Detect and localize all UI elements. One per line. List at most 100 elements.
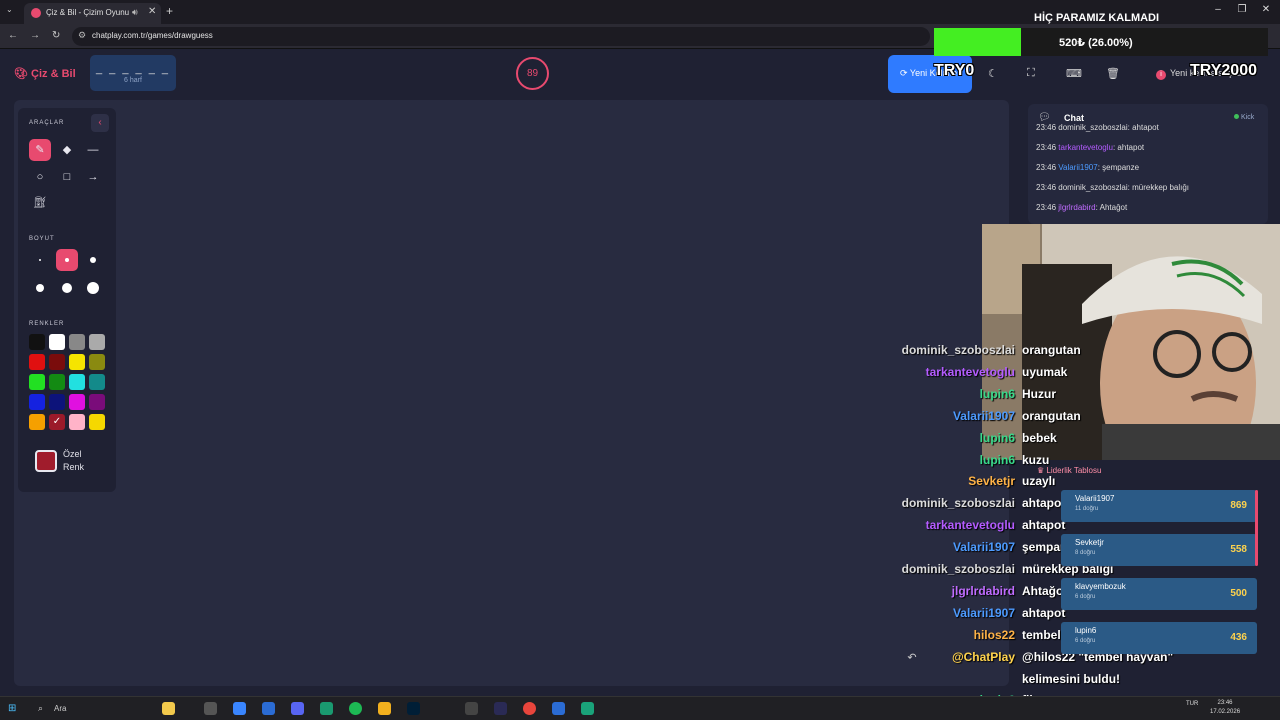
colors-section-label: RENKLER <box>29 321 65 327</box>
color-swatch[interactable] <box>89 334 105 350</box>
browser-tab[interactable]: Çiz & Bil - Çizim Oyunu 🔊︎ ✕ <box>24 3 161 24</box>
line-tool-icon[interactable]: — <box>82 139 104 161</box>
color-swatch[interactable] <box>89 414 105 430</box>
size-2-button[interactable] <box>56 249 78 271</box>
minimize-icon[interactable]: – <box>1206 4 1230 15</box>
reload-icon[interactable]: ↻ <box>52 30 60 41</box>
custom-color-swatch[interactable] <box>35 450 57 472</box>
size-3-dot <box>90 257 96 263</box>
spotify-icon[interactable] <box>349 702 362 715</box>
color-swatch[interactable] <box>69 394 85 410</box>
color-swatch[interactable] <box>29 354 45 370</box>
forward-icon[interactable]: → <box>30 30 40 41</box>
back-icon[interactable]: ← <box>8 30 18 41</box>
address-bar[interactable]: ⚙︎ chatplay.com.tr/games/drawguess <box>72 27 930 46</box>
size-3-button[interactable] <box>82 249 104 271</box>
store-icon[interactable] <box>262 702 275 715</box>
url-text: chatplay.com.tr/games/drawguess <box>92 31 213 40</box>
task-view-icon[interactable] <box>204 702 217 715</box>
arrow-tool-icon[interactable]: → <box>82 166 104 188</box>
tab-search-icon[interactable]: ⌄ <box>6 5 13 14</box>
chat-username[interactable]: dominik_szoboszlai <box>1058 183 1127 192</box>
chat-time: 23:46 <box>1036 203 1057 212</box>
size-4-dot <box>36 284 44 292</box>
chat-username[interactable]: jlgrlrdabird <box>1058 203 1095 212</box>
color-swatch[interactable] <box>29 414 45 430</box>
chrome-icon[interactable] <box>523 702 536 715</box>
clock-time: 23:46 <box>1217 700 1233 706</box>
app-logo[interactable]: 🎨︎ Çiz & Bil <box>14 67 76 80</box>
leaderboard-scrollbar[interactable] <box>1255 490 1258 566</box>
size-5-button[interactable] <box>56 277 78 299</box>
game-icon[interactable] <box>465 702 478 715</box>
site-info-icon[interactable]: ⚙︎ <box>78 30 86 41</box>
color-swatch[interactable] <box>69 354 85 370</box>
edge-icon[interactable] <box>233 702 246 715</box>
color-swatch[interactable] <box>49 354 65 370</box>
overlay-chat-text: orangutan <box>1022 408 1081 423</box>
chat-message: 23:46 Valarii1907: şempanze <box>1036 163 1139 172</box>
video-editor-icon[interactable] <box>494 702 507 715</box>
circle-tool-icon[interactable]: ○ <box>29 166 51 188</box>
copilot-icon[interactable] <box>162 702 175 715</box>
color-swatch[interactable] <box>49 334 65 350</box>
tab-close-icon[interactable]: ✕ <box>148 6 156 17</box>
clock-date: 17.02.2026 <box>1210 709 1241 715</box>
color-swatch[interactable] <box>29 334 45 350</box>
tab-audio-icon[interactable]: 🔊︎ <box>132 7 138 18</box>
chat-username[interactable]: dominik_szoboszlai <box>1058 123 1127 132</box>
keyboard-language[interactable]: TUR <box>1186 701 1198 707</box>
size-1-button[interactable] <box>29 249 51 271</box>
overlay-chat-user: dominik_szoboszlai <box>901 562 1015 576</box>
pencil-tool-icon[interactable]: ✎ <box>29 139 51 161</box>
discord-icon[interactable] <box>291 702 304 715</box>
notepad-icon[interactable] <box>552 702 565 715</box>
leaderboard-correct-count: 8 doğru <box>1075 550 1096 556</box>
tools-section-label: ARAÇLAR <box>29 120 65 126</box>
color-swatch[interactable] <box>89 394 105 410</box>
keyboard-icon[interactable]: ⌨︎ <box>1066 67 1082 80</box>
size-4-button[interactable] <box>29 277 51 299</box>
color-swatch[interactable] <box>69 414 85 430</box>
leaderboard-title-text: Liderlik Tablosu <box>1046 466 1102 475</box>
color-swatch[interactable] <box>89 374 105 390</box>
custom-color-label[interactable]: Özel Renk <box>63 448 84 474</box>
chatplay-icon[interactable] <box>581 702 594 715</box>
new-tab-icon[interactable]: + <box>166 4 173 18</box>
maximize-icon[interactable]: ❐ <box>1230 4 1254 15</box>
color-swatch[interactable] <box>89 354 105 370</box>
color-swatch[interactable] <box>69 334 85 350</box>
taskbar-clock[interactable]: 23:46 17.02.2026 <box>1210 699 1240 717</box>
windows-start-icon[interactable]: ⊞ <box>8 703 16 714</box>
taskbar-search[interactable]: ⌕ Ara <box>32 701 182 717</box>
leaderboard-correct-count: 6 doğru <box>1075 638 1096 644</box>
chat-username[interactable]: Valarii1907 <box>1058 163 1097 172</box>
undo-icon[interactable]: ↶ <box>902 648 922 668</box>
color-swatch[interactable] <box>29 374 45 390</box>
chat-message: 23:46 dominik_szoboszlai: ahtapot <box>1036 123 1159 132</box>
color-swatch[interactable] <box>69 374 85 390</box>
color-swatch[interactable]: ✓ <box>49 414 65 430</box>
size-2-dot <box>65 258 69 262</box>
app-icon[interactable] <box>320 702 333 715</box>
chat-username[interactable]: tarkantevetoglu <box>1058 143 1113 152</box>
eraser-tool-icon[interactable]: ◆ <box>56 139 78 161</box>
rectangle-tool-icon[interactable]: □ <box>56 166 78 188</box>
photoshop-icon[interactable] <box>407 702 420 715</box>
size-6-button[interactable] <box>82 277 104 299</box>
chat-title: Chat <box>1064 113 1084 123</box>
color-swatch[interactable] <box>29 394 45 410</box>
color-swatch[interactable] <box>49 374 65 390</box>
dark-mode-icon[interactable]: ☾ <box>988 67 998 80</box>
collapse-panel-icon[interactable]: ‹ <box>91 114 109 132</box>
chat-time: 23:46 <box>1036 143 1057 152</box>
overlay-chat-user: dominik_szoboszlai <box>901 496 1015 511</box>
overlay-chat-user: lupin6 <box>979 452 1015 467</box>
color-swatch[interactable] <box>49 394 65 410</box>
fullscreen-icon[interactable]: ⛶ <box>1027 67 1035 80</box>
overlay-chat-text: uyumak <box>1022 364 1068 379</box>
fill-bucket-icon[interactable]: ⛽︎ <box>29 192 51 214</box>
window-close-icon[interactable]: ✕ <box>1254 4 1278 15</box>
trash-icon[interactable]: 🗑︎ <box>1106 67 1120 80</box>
file-explorer-icon[interactable] <box>378 702 391 715</box>
